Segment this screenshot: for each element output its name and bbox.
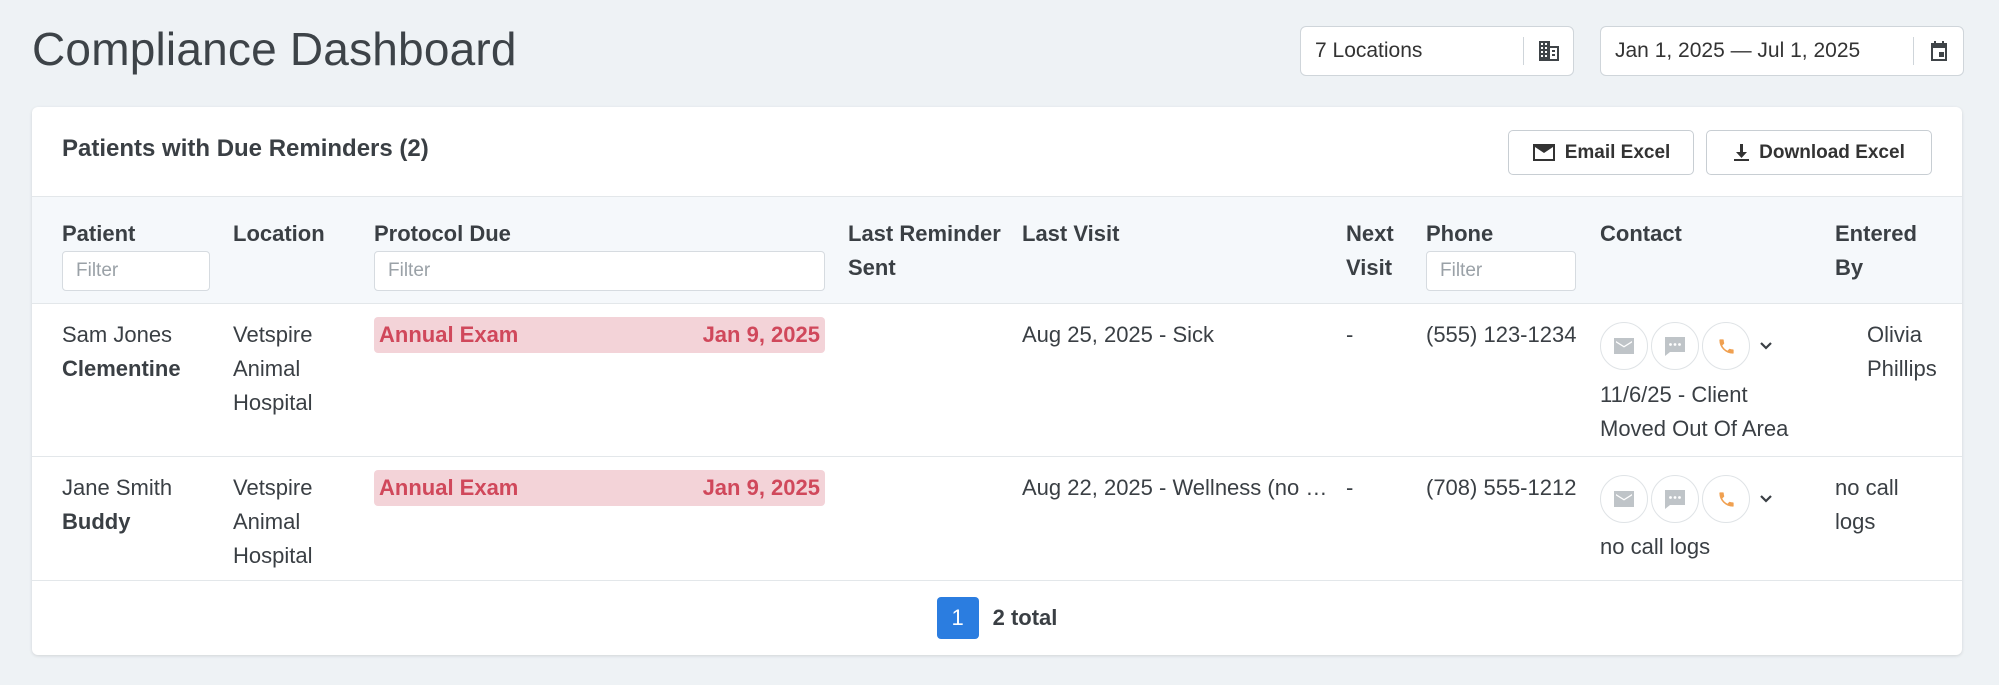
date-range-picker[interactable]: Jan 1, 2025 — Jul 1, 2025: [1600, 26, 1964, 76]
location-line: Vetspire: [233, 475, 313, 500]
entered-by-line: Olivia: [1867, 322, 1923, 347]
total-count: 2 total: [992, 605, 1058, 630]
phone-icon: [1718, 338, 1734, 354]
col-location[interactable]: Location: [233, 217, 325, 251]
sms-icon: [1665, 489, 1685, 509]
protocol-date: Jan 9, 2025: [702, 322, 820, 347]
col-last-visit[interactable]: Last Visit: [1022, 217, 1119, 251]
table-header: Patient Location Protocol Due Last Remin…: [32, 197, 1962, 304]
col-contact[interactable]: Contact: [1600, 217, 1682, 251]
contact-note-line: no call logs: [1600, 534, 1711, 559]
download-excel-label: Download Excel: [1759, 141, 1905, 163]
card-title: Patients with Due Reminders (2): [62, 135, 429, 162]
protocol-filter-input[interactable]: [374, 251, 825, 291]
location-line: Hospital: [233, 390, 313, 415]
col-phone[interactable]: Phone: [1426, 217, 1493, 251]
location-cell: Vetspire Animal Hospital: [233, 471, 313, 573]
page-title: Compliance Dashboard: [32, 23, 517, 75]
next-visit-cell: -: [1346, 475, 1354, 500]
patient-filter-input[interactable]: [62, 251, 210, 291]
location-line: Animal: [233, 509, 301, 534]
next-visit-cell: -: [1346, 322, 1354, 347]
col-next-visit[interactable]: Next Visit: [1346, 217, 1394, 285]
col-entered-by[interactable]: Entered By: [1835, 217, 1917, 285]
building-icon[interactable]: [1523, 37, 1573, 65]
location-cell: Vetspire Animal Hospital: [233, 318, 313, 420]
contact-note-line: Moved Out Of Area: [1600, 416, 1789, 441]
location-line: Vetspire: [233, 322, 313, 347]
contact-note: no call logs: [1600, 530, 1710, 564]
pet-name: Buddy: [62, 509, 131, 534]
col-entered-by-line2: By: [1835, 255, 1864, 280]
entered-by-line: logs: [1835, 509, 1876, 534]
sms-icon: [1665, 336, 1685, 356]
owner-name: Jane Smith: [62, 475, 173, 500]
entered-by-cell: no call logs: [1835, 471, 1899, 539]
protocol-name: Annual Exam: [379, 322, 519, 347]
col-patient[interactable]: Patient: [62, 217, 135, 251]
contact-note-line: 11/6/25 - Client: [1600, 382, 1748, 407]
patient-cell[interactable]: Jane Smith Buddy: [62, 471, 172, 539]
col-last-reminder-line1: Last Reminder: [848, 221, 1001, 246]
page-button-current[interactable]: 1: [936, 597, 979, 639]
protocol-name: Annual Exam: [379, 475, 519, 500]
location-line: Animal: [233, 356, 301, 381]
email-contact-button[interactable]: [1600, 322, 1648, 370]
contact-menu-toggle[interactable]: [1759, 494, 1773, 504]
call-contact-button[interactable]: [1702, 475, 1750, 523]
owner-name: Sam Jones: [62, 322, 173, 347]
date-range-value: Jan 1, 2025 — Jul 1, 2025: [1615, 39, 1861, 62]
contact-menu-toggle[interactable]: [1759, 341, 1773, 351]
call-contact-button[interactable]: [1702, 322, 1750, 370]
col-next-visit-line1: Next: [1346, 221, 1394, 246]
last-visit-cell: Aug 22, 2025 - Wellness (no …: [1022, 475, 1328, 500]
pagination: 1 2 total: [32, 581, 1962, 655]
download-excel-button[interactable]: Download Excel: [1706, 130, 1932, 175]
calendar-icon[interactable]: [1913, 37, 1963, 65]
patient-cell[interactable]: Sam Jones Clementine: [62, 318, 181, 386]
card-header: Patients with Due Reminders (2) Email Ex…: [32, 107, 1962, 197]
download-icon: [1734, 144, 1750, 161]
entered-by-line: Phillips: [1867, 356, 1937, 381]
col-last-reminder-sent[interactable]: Last Reminder Sent: [848, 217, 1001, 285]
table-row: Jane Smith Buddy Vetspire Animal Hospita…: [32, 457, 1962, 581]
contact-actions: [1600, 322, 1773, 370]
col-last-reminder-line2: Sent: [848, 255, 896, 280]
email-contact-button[interactable]: [1600, 475, 1648, 523]
locations-value: 7 Locations: [1315, 39, 1423, 62]
phone-cell: (708) 555-1212: [1426, 475, 1577, 500]
phone-cell: (555) 123-1234: [1426, 322, 1577, 347]
mail-icon: [1614, 338, 1634, 354]
col-entered-by-line1: Entered: [1835, 221, 1917, 246]
chevron-down-icon: [1760, 495, 1772, 503]
phone-icon: [1718, 491, 1734, 507]
sms-contact-button[interactable]: [1651, 475, 1699, 523]
envelope-icon: [1532, 144, 1555, 161]
chevron-down-icon: [1760, 342, 1772, 350]
protocol-due-badge: Annual Exam Jan 9, 2025: [374, 470, 825, 506]
due-reminders-card: Patients with Due Reminders (2) Email Ex…: [32, 107, 1962, 655]
protocol-due-badge: Annual Exam Jan 9, 2025: [374, 317, 825, 353]
entered-by-cell: Olivia Phillips: [1867, 318, 1937, 386]
mail-icon: [1614, 491, 1634, 507]
email-excel-button[interactable]: Email Excel: [1508, 130, 1694, 175]
contact-note: 11/6/25 - Client Moved Out Of Area: [1600, 378, 1788, 446]
locations-picker[interactable]: 7 Locations: [1300, 26, 1574, 76]
col-protocol-due[interactable]: Protocol Due: [374, 217, 511, 251]
phone-filter-input[interactable]: [1426, 251, 1576, 291]
sms-contact-button[interactable]: [1651, 322, 1699, 370]
protocol-date: Jan 9, 2025: [702, 475, 820, 500]
last-visit-cell: Aug 25, 2025 - Sick: [1022, 322, 1215, 347]
location-line: Hospital: [233, 543, 313, 568]
table-row: Sam Jones Clementine Vetspire Animal Hos…: [32, 304, 1962, 457]
entered-by-line: no call: [1835, 475, 1899, 500]
pet-name: Clementine: [62, 356, 181, 381]
contact-actions: [1600, 475, 1773, 523]
email-excel-label: Email Excel: [1564, 141, 1671, 163]
col-next-visit-line2: Visit: [1346, 255, 1393, 280]
